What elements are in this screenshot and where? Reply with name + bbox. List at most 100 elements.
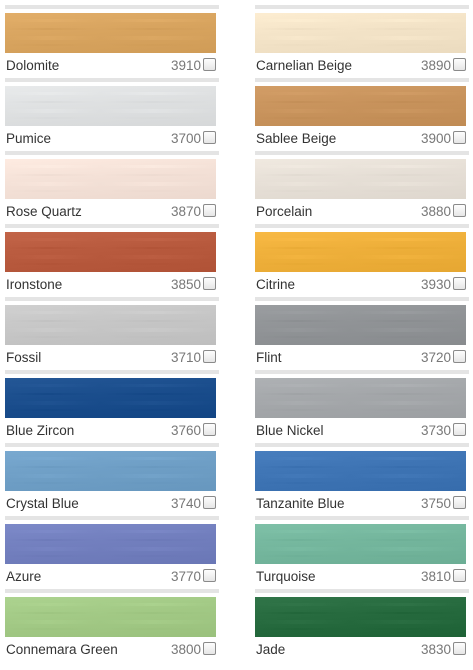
marble-texture: [5, 92, 216, 95]
swatch-select-checkbox[interactable]: [203, 569, 216, 582]
swatch-code: 3810: [420, 569, 451, 584]
marble-texture: [5, 547, 216, 551]
marble-texture: [255, 603, 466, 606]
marble-texture: [5, 238, 216, 241]
marble-texture: [5, 401, 216, 405]
swatch-name: Citrine: [256, 277, 296, 292]
marble-texture: [5, 320, 216, 322]
swatch-name: Fossil: [6, 350, 42, 365]
marble-texture: [255, 117, 466, 119]
swatch-color-sample: [5, 159, 216, 199]
swatch-name: Flint: [256, 350, 282, 365]
swatch-name: Jade: [256, 642, 286, 657]
marble-texture: [5, 603, 216, 606]
swatch-code: 3720: [420, 350, 451, 365]
swatch-porcelain: Porcelain 3880: [255, 159, 469, 232]
marble-texture: [5, 539, 216, 541]
swatch-color-sample: [255, 159, 466, 199]
marble-texture: [255, 44, 466, 46]
marble-texture: [5, 44, 216, 46]
swatch-name: Connemara Green: [6, 642, 118, 657]
swatch-select-checkbox[interactable]: [453, 496, 466, 509]
swatch-name: Tanzanite Blue: [256, 496, 345, 511]
swatch-code: 3930: [420, 277, 451, 292]
marble-texture: [255, 255, 466, 259]
marble-texture: [5, 36, 216, 40]
swatch-sablee-beige: Sablee Beige 3900: [255, 86, 469, 159]
marble-texture: [5, 466, 216, 468]
swatch-select-checkbox[interactable]: [453, 204, 466, 217]
swatch-ironstone: Ironstone 3850: [5, 232, 219, 305]
swatch-code: 3830: [420, 642, 451, 657]
swatch-color-sample: [5, 378, 216, 418]
swatch-select-checkbox[interactable]: [453, 350, 466, 363]
swatch-blue-zircon: Blue Zircon 3760: [5, 378, 219, 451]
swatch-name: Sablee Beige: [256, 131, 337, 146]
swatch-code: 3740: [170, 496, 201, 511]
marble-texture: [255, 182, 466, 186]
marble-texture: [5, 530, 216, 533]
swatch-select-checkbox[interactable]: [453, 423, 466, 436]
swatch-color-sample: [255, 451, 466, 491]
swatch-select-checkbox[interactable]: [203, 642, 216, 655]
swatch-code: 3770: [170, 569, 201, 584]
swatch-select-checkbox[interactable]: [203, 277, 216, 290]
swatch-select-checkbox[interactable]: [203, 350, 216, 363]
swatch-name: Turquoise: [256, 569, 316, 584]
swatch-name: Blue Nickel: [256, 423, 324, 438]
marble-texture: [5, 247, 216, 249]
swatch-code: 3760: [170, 423, 201, 438]
swatch-code: 3880: [420, 204, 451, 219]
marble-texture: [255, 101, 466, 103]
marble-texture: [5, 165, 216, 168]
marble-texture: [255, 328, 466, 332]
swatch-color-sample: [5, 597, 216, 637]
marble-texture: [255, 320, 466, 322]
swatch-select-checkbox[interactable]: [453, 569, 466, 582]
swatch-code: 3710: [170, 350, 201, 365]
marble-texture: [255, 457, 466, 460]
swatch-name: Azure: [6, 569, 42, 584]
swatch-jade: Jade 3830: [255, 597, 469, 670]
swatch-name: Crystal Blue: [6, 496, 79, 511]
swatch-select-checkbox[interactable]: [453, 131, 466, 144]
swatch-select-checkbox[interactable]: [453, 58, 466, 71]
swatch-select-checkbox[interactable]: [203, 58, 216, 71]
marble-texture: [5, 620, 216, 624]
swatch-select-checkbox[interactable]: [453, 277, 466, 290]
marble-texture: [5, 555, 216, 557]
swatch-select-checkbox[interactable]: [203, 131, 216, 144]
marble-texture: [5, 311, 216, 314]
marble-texture: [255, 547, 466, 551]
marble-texture: [255, 555, 466, 557]
marble-texture: [255, 174, 466, 176]
marble-texture: [5, 482, 216, 484]
swatch-connemara-green: Connemara Green 3800: [5, 597, 219, 670]
marble-texture: [5, 28, 216, 30]
marble-texture: [255, 336, 466, 338]
marble-texture: [5, 628, 216, 630]
swatch-color-sample: [5, 232, 216, 272]
swatch-color-sample: [255, 13, 466, 53]
swatch-fossil: Fossil 3710: [5, 305, 219, 378]
swatch-color-sample: [5, 13, 216, 53]
marble-texture: [5, 117, 216, 119]
marble-texture: [255, 628, 466, 630]
swatch-color-sample: [5, 86, 216, 126]
swatch-select-checkbox[interactable]: [203, 204, 216, 217]
marble-texture: [255, 36, 466, 40]
swatch-rose-quartz: Rose Quartz 3870: [5, 159, 219, 232]
swatch-color-sample: [255, 524, 466, 564]
swatch-select-checkbox[interactable]: [203, 423, 216, 436]
marble-texture: [5, 336, 216, 338]
swatch-select-checkbox[interactable]: [203, 496, 216, 509]
marble-texture: [255, 466, 466, 468]
swatch-code: 3800: [170, 642, 201, 657]
marble-texture: [255, 263, 466, 265]
marble-texture: [255, 92, 466, 95]
swatch-color-sample: [255, 378, 466, 418]
swatch-pumice: Pumice 3700: [5, 86, 219, 159]
swatch-color-sample: [5, 305, 216, 345]
swatch-select-checkbox[interactable]: [453, 642, 466, 655]
marble-texture: [5, 612, 216, 614]
